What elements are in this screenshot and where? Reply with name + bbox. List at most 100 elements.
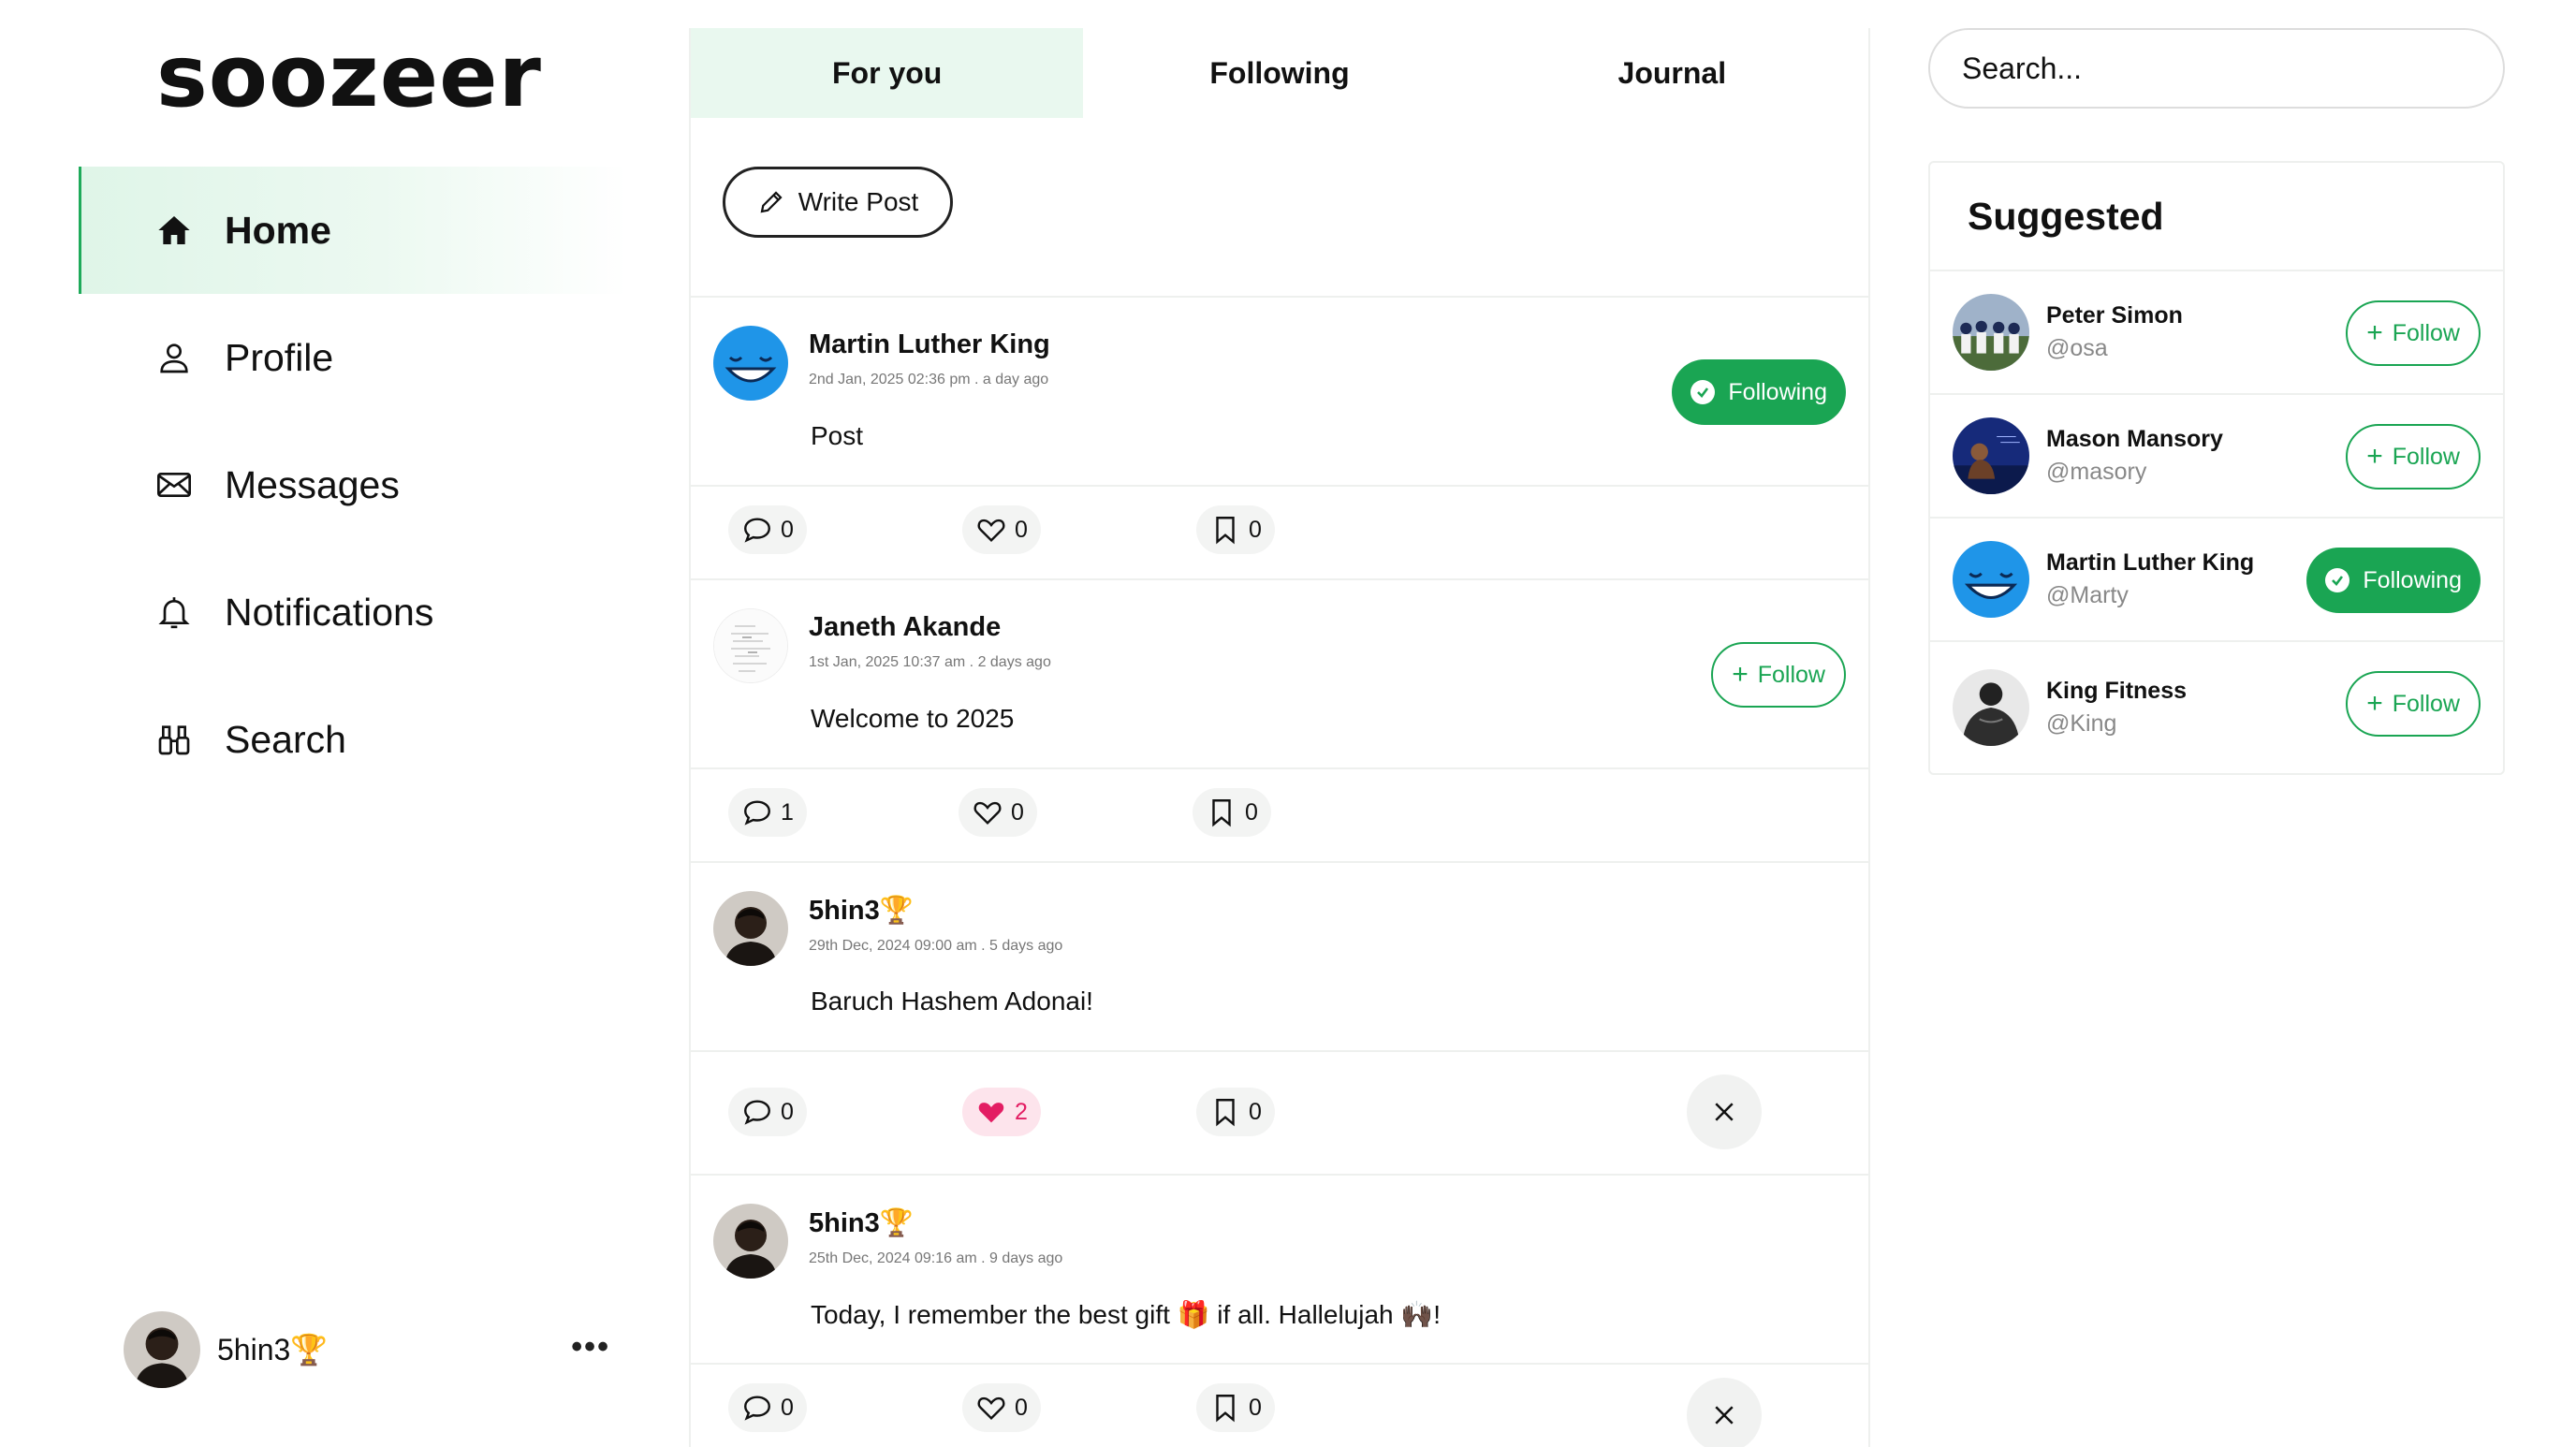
- bookmark-count: 0: [1249, 1098, 1262, 1125]
- suggested-user-name: Mason Mansory: [2046, 426, 2223, 452]
- plus-icon: +: [2366, 317, 2383, 348]
- feed-tabs: For you Following Journal: [691, 28, 1868, 118]
- suggested-user[interactable]: King Fitness @King + Follow: [1930, 642, 2503, 773]
- heart-icon: [973, 801, 1002, 826]
- comment-count: 0: [781, 1394, 794, 1421]
- post-actions: 0 0 0: [691, 487, 1868, 578]
- comment-button[interactable]: 1: [728, 788, 807, 837]
- avatar[interactable]: [713, 608, 788, 683]
- bookmark-icon: [1216, 517, 1235, 545]
- post-timestamp: 2nd Jan, 2025 02:36 pm . a day ago: [809, 372, 1049, 387]
- follow-button[interactable]: + Follow: [2346, 671, 2481, 737]
- following-label: Following: [1728, 378, 1827, 405]
- nav-item-search[interactable]: Search: [79, 676, 627, 803]
- avatar: [1953, 294, 2029, 371]
- post-actions: 0 0 0: [691, 1365, 1868, 1447]
- bookmark-button[interactable]: 0: [1196, 1383, 1275, 1432]
- suggested-user-name: Martin Luther King: [2046, 549, 2255, 576]
- post-timestamp: 1st Jan, 2025 10:37 am . 2 days ago: [809, 654, 1051, 670]
- bookmark-icon: [1216, 1395, 1235, 1423]
- post-text: Post: [811, 421, 864, 450]
- like-count: 2: [1015, 1098, 1028, 1125]
- bookmark-icon: [1212, 799, 1231, 827]
- following-label: Following: [2363, 566, 2462, 593]
- tab-following[interactable]: Following: [1083, 28, 1475, 118]
- post-text: Welcome to 2025: [811, 704, 1015, 733]
- suggested-user[interactable]: Peter Simon @osa + Follow: [1930, 271, 2503, 395]
- avatar: [1953, 541, 2029, 618]
- nav-item-notifications[interactable]: Notifications: [79, 548, 627, 676]
- follow-label: Follow: [1757, 661, 1825, 688]
- main-nav: Home Profile Messages Notifications Sear…: [79, 167, 627, 803]
- close-icon: [1715, 1103, 1734, 1121]
- suggested-title: Suggested: [1930, 163, 2503, 271]
- avatar[interactable]: [713, 891, 788, 966]
- current-user-menu[interactable]: 5hin3🏆 •••: [124, 1310, 629, 1389]
- follow-button[interactable]: + Follow: [2346, 300, 2481, 366]
- avatar: [1953, 669, 2029, 746]
- nav-item-label: Search: [225, 717, 346, 761]
- search-input[interactable]: [1928, 28, 2505, 109]
- feed: For you Following Journal Write Post Mar…: [689, 28, 1870, 1447]
- envelope-icon: [154, 464, 195, 505]
- avatar: [124, 1311, 200, 1388]
- tab-for-you[interactable]: For you: [691, 28, 1084, 118]
- following-button[interactable]: Following: [2306, 548, 2481, 613]
- like-button[interactable]: 0: [962, 505, 1041, 554]
- plus-icon: +: [2366, 688, 2383, 719]
- comment-icon: [744, 518, 770, 543]
- like-count: 0: [1015, 1394, 1028, 1421]
- like-button[interactable]: 0: [959, 788, 1037, 837]
- post-author[interactable]: 5hin3🏆: [809, 895, 1062, 927]
- dismiss-post-button[interactable]: [1687, 1074, 1762, 1149]
- comment-button[interactable]: 0: [728, 505, 807, 554]
- bookmark-button[interactable]: 0: [1196, 1088, 1275, 1136]
- nav-item-profile[interactable]: Profile: [79, 294, 627, 421]
- more-options-icon[interactable]: •••: [571, 1329, 610, 1366]
- suggested-user-handle: @King: [2046, 710, 2117, 737]
- post-author[interactable]: Janeth Akande: [809, 612, 1051, 643]
- post-timestamp: 25th Dec, 2024 09:16 am . 9 days ago: [809, 1250, 1063, 1266]
- suggested-user[interactable]: Mason Mansory @masory + Follow: [1930, 395, 2503, 519]
- post: 5hin3🏆 25th Dec, 2024 09:16 am . 9 days …: [691, 1176, 1868, 1447]
- write-post-button[interactable]: Write Post: [723, 167, 953, 238]
- bookmark-button[interactable]: 0: [1196, 505, 1275, 554]
- comment-icon: [744, 1100, 770, 1125]
- post-author[interactable]: 5hin3🏆: [809, 1207, 1062, 1239]
- comment-count: 0: [781, 1098, 794, 1125]
- post-author[interactable]: Martin Luther King: [809, 329, 1050, 360]
- suggested-user-name: Peter Simon: [2046, 302, 2183, 329]
- nav-item-home[interactable]: Home: [79, 167, 627, 294]
- bookmark-button[interactable]: 0: [1193, 788, 1271, 837]
- follow-label: Follow: [2392, 690, 2460, 717]
- dismiss-post-button[interactable]: [1687, 1378, 1762, 1447]
- bookmark-count: 0: [1249, 1394, 1262, 1421]
- avatar[interactable]: [713, 1204, 788, 1279]
- check-icon: [1690, 380, 1716, 404]
- nav-item-messages[interactable]: Messages: [79, 421, 627, 548]
- post: 5hin3🏆 29th Dec, 2024 09:00 am . 5 days …: [691, 863, 1868, 1176]
- follow-button[interactable]: + Follow: [2346, 424, 2481, 490]
- following-button[interactable]: Following: [1672, 359, 1846, 425]
- comment-count: 1: [781, 798, 794, 826]
- suggested-user-handle: @masory: [2046, 459, 2147, 485]
- tab-journal[interactable]: Journal: [1476, 28, 1868, 118]
- comment-button[interactable]: 0: [728, 1383, 807, 1432]
- nav-item-label: Profile: [225, 335, 334, 379]
- comment-count: 0: [781, 516, 794, 543]
- like-button[interactable]: 2: [962, 1088, 1041, 1136]
- avatar[interactable]: [713, 326, 788, 401]
- comment-button[interactable]: 0: [728, 1088, 807, 1136]
- suggested-user-handle: @Marty: [2046, 582, 2129, 608]
- app-logo[interactable]: soozeer: [156, 26, 542, 126]
- heart-icon: [977, 519, 1005, 543]
- bell-icon: [154, 592, 195, 633]
- suggested-user-handle: @osa: [2046, 335, 2108, 361]
- follow-button[interactable]: + Follow: [1711, 642, 1846, 708]
- left-sidebar: soozeer Home Profile Messages Notificati…: [0, 0, 693, 1447]
- nav-item-label: Messages: [225, 462, 400, 506]
- binoculars-icon: [154, 719, 195, 760]
- suggested-user[interactable]: Martin Luther King @Marty Following: [1930, 519, 2503, 642]
- current-user-name: 5hin3🏆: [217, 1333, 329, 1367]
- like-button[interactable]: 0: [962, 1383, 1041, 1432]
